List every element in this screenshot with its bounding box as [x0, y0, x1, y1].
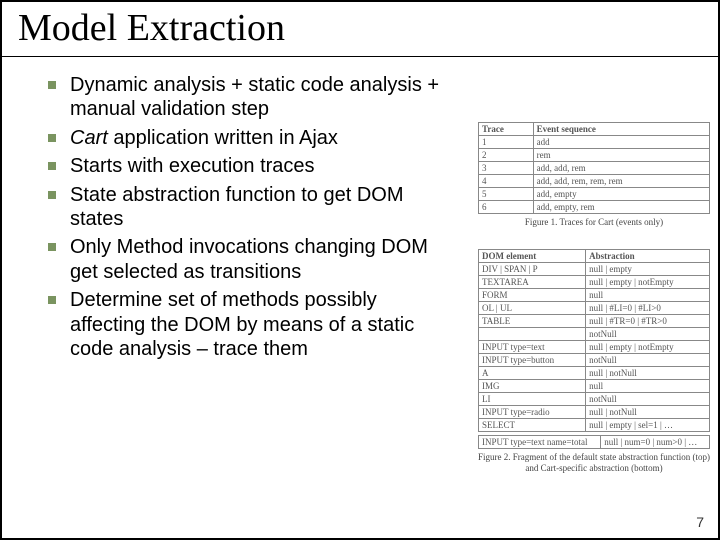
right-column: Trace Event sequence 1add 2rem 3add, add… [478, 122, 710, 473]
td: rem [533, 149, 709, 162]
td: null | num=0 | num>0 | … [601, 436, 710, 449]
td: LI [479, 393, 586, 406]
th: Event sequence [533, 123, 709, 136]
table-row: 3add, add, rem [479, 162, 710, 175]
table-row: INPUT type=text name=totalnull | num=0 |… [479, 436, 710, 449]
table-row: INPUT type=buttonnotNull [479, 354, 710, 367]
td: null | empty | sel=1 | … [586, 419, 710, 432]
td: 4 [479, 175, 534, 188]
td: 1 [479, 136, 534, 149]
bullet-text: Only Method invocations changing DOM get… [70, 236, 428, 282]
table-row: TABLEnull | #TR=0 | #TR>0 [479, 315, 710, 328]
td: add [533, 136, 709, 149]
page-number: 7 [696, 514, 704, 530]
table-row: 1add [479, 136, 710, 149]
bullet-emph: Cart [70, 127, 108, 149]
table-row: INPUT type=textnull | empty | notEmpty [479, 341, 710, 354]
table-row: notNull [479, 328, 710, 341]
bullet-text: application written in Ajax [108, 127, 338, 149]
td: INPUT type=radio [479, 406, 586, 419]
td: add, add, rem, rem, rem [533, 175, 709, 188]
table-row: 4add, add, rem, rem, rem [479, 175, 710, 188]
td: OL | UL [479, 302, 586, 315]
list-item: Dynamic analysis + static code analysis … [42, 73, 454, 122]
td [479, 328, 586, 341]
td: add, empty [533, 188, 709, 201]
table-row: 6add, empty, rem [479, 201, 710, 214]
td: notNull [586, 354, 710, 367]
table-row: 5add, empty [479, 188, 710, 201]
list-item: Determine set of methods possibly affect… [42, 288, 454, 361]
table-row: FORMnull [479, 289, 710, 302]
figure-caption-1: Figure 1. Traces for Cart (events only) [478, 217, 710, 227]
td: null | #TR=0 | #TR>0 [586, 315, 710, 328]
table-row: Trace Event sequence [479, 123, 710, 136]
traces-table: Trace Event sequence 1add 2rem 3add, add… [478, 122, 710, 214]
td: null [586, 380, 710, 393]
bullet-text: Starts with execution traces [70, 155, 315, 177]
td: INPUT type=text [479, 341, 586, 354]
table-row: OL | ULnull | #LI=0 | #LI>0 [479, 302, 710, 315]
td: null | #LI=0 | #LI>0 [586, 302, 710, 315]
td: SELECT [479, 419, 586, 432]
bullet-text: Determine set of methods possibly affect… [70, 289, 414, 360]
td: null | notNull [586, 367, 710, 380]
td: TEXTAREA [479, 276, 586, 289]
td: 6 [479, 201, 534, 214]
td: notNull [586, 393, 710, 406]
table-row: Anull | notNull [479, 367, 710, 380]
td: DIV | SPAN | P [479, 263, 586, 276]
table-row: DOM element Abstraction [479, 250, 710, 263]
td: add, empty, rem [533, 201, 709, 214]
td: 3 [479, 162, 534, 175]
td: 2 [479, 149, 534, 162]
bullet-text: State abstraction function to get DOM st… [70, 184, 404, 230]
abstraction-block: DOM element Abstraction DIV | SPAN | Pnu… [478, 249, 710, 473]
slide: Model Extraction Dynamic analysis + stat… [0, 0, 720, 540]
table-row: INPUT type=radionull | notNull [479, 406, 710, 419]
title-wrap: Model Extraction [2, 2, 718, 57]
table-row: 2rem [479, 149, 710, 162]
table-row: DIV | SPAN | Pnull | empty [479, 263, 710, 276]
td: A [479, 367, 586, 380]
td: FORM [479, 289, 586, 302]
td: IMG [479, 380, 586, 393]
abstraction-table-bottom: INPUT type=text name=totalnull | num=0 |… [478, 435, 710, 449]
list-item: State abstraction function to get DOM st… [42, 183, 454, 232]
td: null | notNull [586, 406, 710, 419]
td: TABLE [479, 315, 586, 328]
table-row: LInotNull [479, 393, 710, 406]
list-item: Starts with execution traces [42, 154, 454, 178]
th: Trace [479, 123, 534, 136]
bullet-list: Dynamic analysis + static code analysis … [42, 73, 454, 361]
figure-caption-2: Figure 2. Fragment of the default state … [478, 452, 710, 473]
td: null | empty | notEmpty [586, 341, 710, 354]
td: INPUT type=text name=total [479, 436, 601, 449]
bullet-text: Dynamic analysis + static code analysis … [70, 74, 439, 120]
td: INPUT type=button [479, 354, 586, 367]
th: DOM element [479, 250, 586, 263]
td: add, add, rem [533, 162, 709, 175]
table-row: IMGnull [479, 380, 710, 393]
list-item: Cart application written in Ajax [42, 126, 454, 150]
td: null | empty [586, 263, 710, 276]
td: 5 [479, 188, 534, 201]
list-item: Only Method invocations changing DOM get… [42, 235, 454, 284]
td: null [586, 289, 710, 302]
table-row: SELECTnull | empty | sel=1 | … [479, 419, 710, 432]
body: Dynamic analysis + static code analysis … [2, 57, 454, 361]
td: null | empty | notEmpty [586, 276, 710, 289]
table-row: TEXTAREAnull | empty | notEmpty [479, 276, 710, 289]
abstraction-table-top: DOM element Abstraction DIV | SPAN | Pnu… [478, 249, 710, 432]
td: notNull [586, 328, 710, 341]
page-title: Model Extraction [18, 6, 702, 50]
th: Abstraction [586, 250, 710, 263]
